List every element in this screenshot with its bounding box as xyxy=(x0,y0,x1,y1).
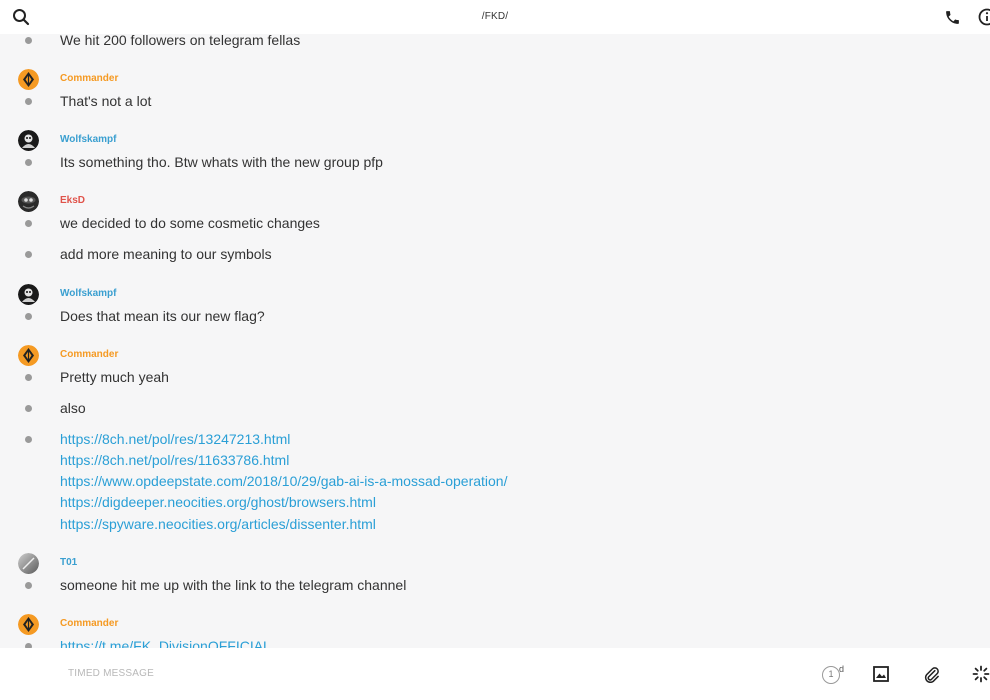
timer-unit: d xyxy=(839,664,845,674)
avatar-commander[interactable] xyxy=(18,614,39,635)
avatar-eksd[interactable] xyxy=(18,191,39,212)
avatar-t01[interactable] xyxy=(18,553,39,574)
avatar-commander[interactable] xyxy=(18,345,39,366)
message-link[interactable]: https://www.opdeepstate.com/2018/10/29/g… xyxy=(60,473,507,489)
chat-header: /FKD/ xyxy=(0,0,990,34)
wolfskampf-avatar-icon xyxy=(18,284,39,305)
message-status-dot xyxy=(25,405,32,412)
commander-avatar-icon xyxy=(18,345,39,366)
timer-button[interactable]: 1 d xyxy=(822,664,844,686)
message-text: Does that mean its our new flag? xyxy=(60,308,265,324)
message-text: Its something tho. Btw whats with the ne… xyxy=(60,154,383,170)
paperclip-icon[interactable] xyxy=(923,665,940,683)
message-list[interactable]: We hit 200 followers on telegram fellas … xyxy=(0,34,990,648)
t01-avatar-icon xyxy=(18,553,39,574)
eksd-avatar-icon xyxy=(18,191,39,212)
sparkle-icon[interactable] xyxy=(972,665,990,683)
message-status-dot xyxy=(25,98,32,105)
wolfskampf-avatar-icon xyxy=(18,130,39,151)
message-link[interactable]: https://8ch.net/pol/res/11633786.html xyxy=(60,452,289,468)
commander-avatar-icon xyxy=(18,69,39,90)
avatar-wolfskampf[interactable] xyxy=(18,284,39,305)
message-input[interactable]: TIMED MESSAGE xyxy=(68,668,154,679)
sender-name[interactable]: Wolfskampf xyxy=(60,288,117,299)
sender-name[interactable]: T01 xyxy=(60,557,77,568)
message-status-dot xyxy=(25,251,32,258)
avatar-wolfskampf[interactable] xyxy=(18,130,39,151)
message-link[interactable]: https://digdeeper.neocities.org/ghost/br… xyxy=(60,494,376,510)
message-link[interactable]: https://t.me/FK_DivisionOFFICIAL xyxy=(60,638,271,648)
message-text: We hit 200 followers on telegram fellas xyxy=(60,34,301,48)
message-link[interactable]: https://8ch.net/pol/res/13247213.html xyxy=(60,431,290,447)
message-text: also xyxy=(60,400,86,416)
image-icon[interactable] xyxy=(873,666,889,682)
message-status-dot xyxy=(25,220,32,227)
avatar-commander[interactable] xyxy=(18,69,39,90)
message-link[interactable]: https://spyware.neocities.org/articles/d… xyxy=(60,516,376,532)
message-text: add more meaning to our symbols xyxy=(60,246,272,262)
sender-name[interactable]: Commander xyxy=(60,349,118,360)
message-composer: TIMED MESSAGE 1 d xyxy=(0,648,990,700)
message-status-dot xyxy=(25,37,32,44)
timer-icon: 1 xyxy=(822,666,840,684)
chat-title: /FKD/ xyxy=(481,11,509,22)
sender-name[interactable]: Wolfskampf xyxy=(60,134,117,145)
info-icon[interactable] xyxy=(978,8,990,26)
sender-name[interactable]: EksD xyxy=(60,195,85,206)
message-status-dot xyxy=(25,159,32,166)
message-text: we decided to do some cosmetic changes xyxy=(60,215,320,231)
sender-name[interactable]: Commander xyxy=(60,618,118,629)
message-status-dot xyxy=(25,374,32,381)
message-text: someone hit me up with the link to the t… xyxy=(60,577,407,593)
message-text: That's not a lot xyxy=(60,93,152,109)
commander-avatar-icon xyxy=(18,614,39,635)
phone-icon[interactable] xyxy=(944,9,961,26)
message-text: Pretty much yeah xyxy=(60,369,169,385)
message-status-dot xyxy=(25,313,32,320)
message-status-dot xyxy=(25,582,32,589)
sender-name[interactable]: Commander xyxy=(60,73,118,84)
message-status-dot xyxy=(25,436,32,443)
